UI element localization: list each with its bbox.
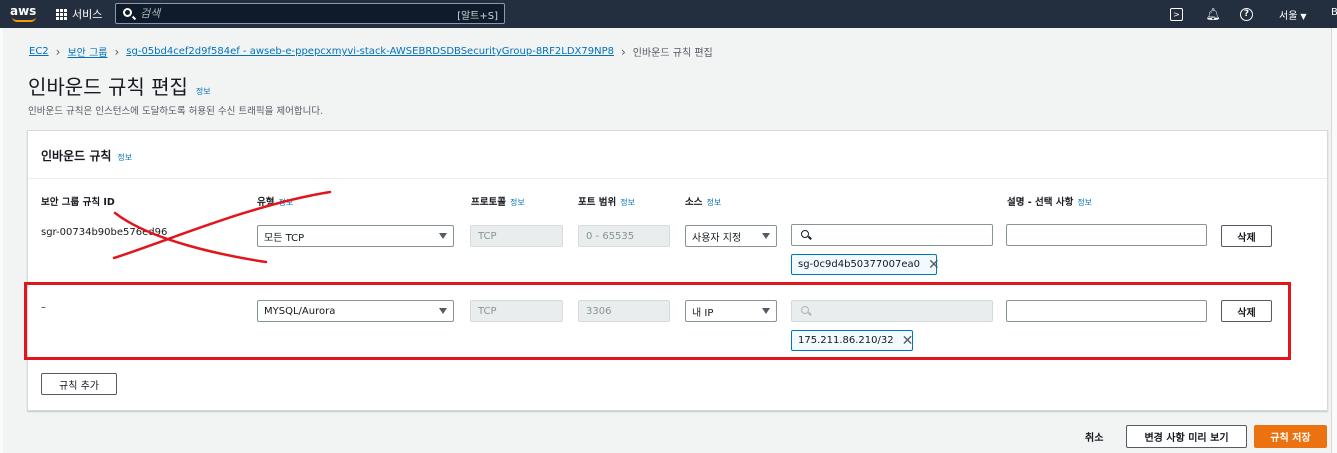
caret-down-icon: ▼: [1300, 12, 1307, 21]
aws-logo[interactable]: aws: [10, 4, 40, 24]
inbound-rules-panel: 인바운드 규칙 정보 보안 그룹 규칙 ID 유형 정보 프로토콜 정보 포트 범위…: [27, 130, 1328, 411]
preview-changes-button[interactable]: 변경 사항 미리 보기: [1126, 425, 1247, 448]
col-header-type-label: 유형: [257, 197, 275, 208]
panel-info-link[interactable]: 정보: [117, 152, 132, 163]
source-type-value: 사용자 지정: [692, 232, 742, 244]
save-rules-button[interactable]: 규칙 저장: [1254, 425, 1327, 448]
breadcrumb-current: 인바운드 규칙 편집: [632, 48, 713, 59]
cloudshell-icon[interactable]: >: [1170, 8, 1183, 21]
protocol-info-link[interactable]: 정보: [510, 198, 525, 207]
services-menu-button[interactable]: 서비스: [56, 6, 102, 22]
description-info-link[interactable]: 정보: [1077, 198, 1092, 207]
col-header-type: 유형 정보: [257, 194, 293, 208]
source-info-link[interactable]: 정보: [706, 198, 721, 207]
breadcrumb-security-groups[interactable]: 보안 그룹: [67, 44, 107, 59]
col-header-port-range-label: 포트 범위: [578, 197, 617, 208]
breadcrumb: EC2 › 보안 그룹 › sg-05bd4cef2d9f584ef - aws…: [29, 44, 713, 60]
panel-header: 인바운드 규칙 정보: [28, 131, 1327, 179]
add-rule-button[interactable]: 규칙 추가: [41, 373, 117, 395]
description-input[interactable]: [1006, 224, 1207, 246]
page-title: 인바운드 규칙 편집 정보: [28, 71, 211, 100]
nav-edge-text: B: [1331, 7, 1337, 18]
col-header-source-label: 소스: [685, 197, 703, 208]
chevron-right-icon: ›: [114, 44, 120, 59]
chevron-right-icon: ›: [620, 44, 626, 59]
panel-title-text: 인바운드 규칙: [41, 149, 112, 163]
page-description: 인바운드 규칙은 인스턴스에 도달하도록 허용된 수신 트래픽을 제어합니다.: [28, 106, 324, 117]
search-icon: [123, 8, 132, 17]
region-label: 서울: [1279, 11, 1298, 22]
col-header-rule-id-label: 보안 그룹 규칙 ID: [41, 197, 115, 208]
services-label: 서비스: [72, 8, 103, 21]
type-info-link[interactable]: 정보: [278, 198, 293, 207]
search-input[interactable]: [140, 6, 440, 21]
type-select-value: 모든 TCP: [264, 232, 305, 244]
aws-smile-icon: [12, 17, 36, 22]
top-nav-bar: aws 서비스 [알트+S] > 🔔︎ ? 서울▼ B: [0, 0, 1337, 28]
breadcrumb-security-group[interactable]: sg-05bd4cef2d9f584ef - awseb-e-ppepcxmyv…: [126, 46, 614, 57]
col-header-source: 소스 정보: [685, 194, 721, 208]
rule-id-cell: sgr-00734b90be576ed96: [41, 227, 168, 238]
delete-button[interactable]: 삭제: [1221, 225, 1272, 247]
panel-title: 인바운드 규칙 정보: [41, 147, 132, 164]
search-icon: [801, 230, 809, 238]
help-icon[interactable]: ?: [1240, 8, 1253, 21]
port-info-link[interactable]: 정보: [620, 198, 635, 207]
source-search-input[interactable]: [791, 224, 993, 246]
col-header-port-range: 포트 범위 정보: [578, 194, 635, 208]
col-header-description-label: 설명 - 선택 사항: [1007, 197, 1074, 208]
type-select[interactable]: 모든 TCP: [257, 225, 454, 247]
source-type-select[interactable]: 사용자 지정: [685, 225, 777, 247]
region-selector[interactable]: 서울 ▼: [1279, 7, 1307, 22]
page-title-text: 인바운드 규칙 편집: [28, 75, 188, 99]
right-scrollbar[interactable]: [1331, 28, 1337, 453]
chevron-right-icon: ›: [55, 44, 61, 59]
close-icon[interactable]: ✕: [928, 258, 940, 272]
logo-text: aws: [10, 4, 37, 18]
search-shortcut-hint: [알트+S]: [457, 11, 498, 22]
port-range-field: 0 - 65535: [578, 225, 670, 247]
left-rail: [0, 28, 3, 453]
source-token: sg-0c9d4b50377007ea0 ✕: [791, 254, 940, 275]
col-header-description: 설명 - 선택 사항 정보: [1007, 194, 1092, 208]
col-header-protocol-label: 프로토콜: [471, 197, 506, 208]
breadcrumb-ec2[interactable]: EC2: [29, 46, 49, 57]
col-header-protocol: 프로토콜 정보: [471, 194, 525, 208]
bell-icon[interactable]: 🔔︎: [1205, 6, 1221, 22]
caret-down-icon: [762, 233, 770, 239]
cancel-button[interactable]: 취소: [1085, 429, 1103, 444]
protocol-field: TCP: [470, 225, 563, 247]
grid-icon: [56, 8, 67, 20]
page-info-link[interactable]: 정보: [196, 86, 211, 97]
source-token-label: sg-0c9d4b50377007ea0: [798, 259, 920, 270]
global-search[interactable]: [알트+S]: [115, 3, 505, 24]
caret-down-icon: [439, 233, 447, 239]
annotation-highlight-box: [24, 282, 1291, 360]
col-header-rule-id: 보안 그룹 규칙 ID: [41, 194, 115, 208]
